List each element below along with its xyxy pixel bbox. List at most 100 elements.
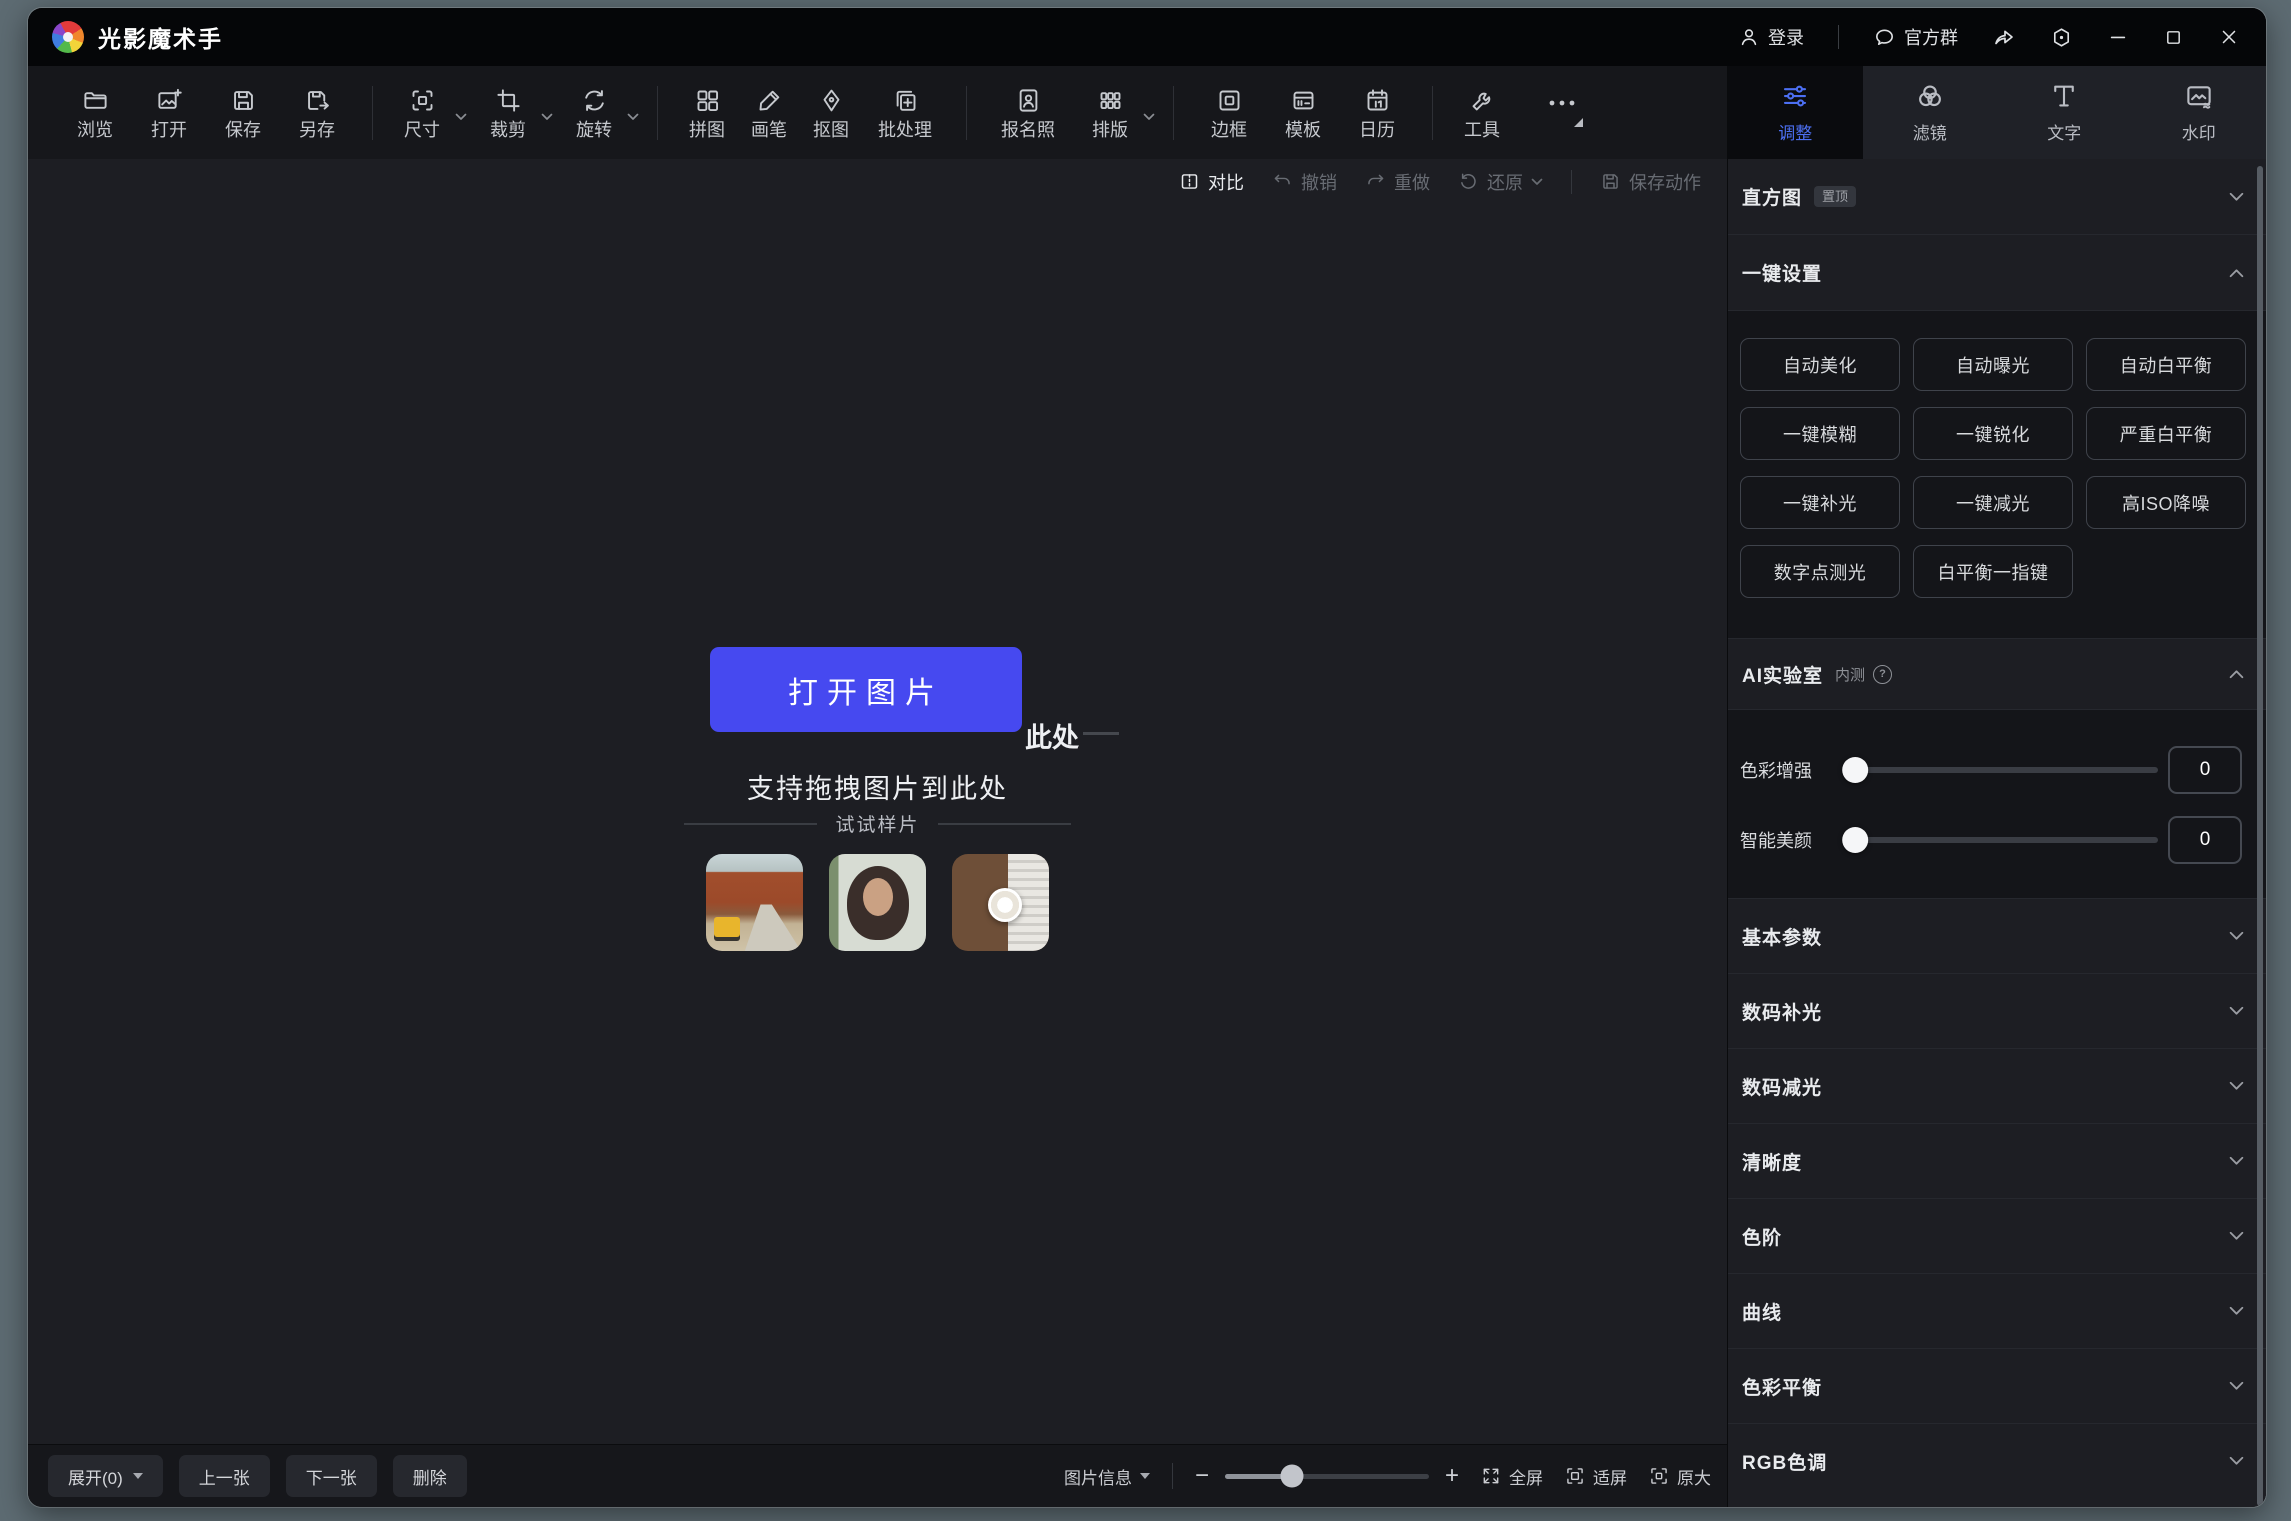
section-basic-params[interactable]: 基本参数 bbox=[1728, 898, 2266, 973]
compare-button[interactable]: 对比 bbox=[1179, 169, 1244, 195]
maximize-button[interactable] bbox=[2163, 27, 2184, 48]
next-image-button[interactable]: 下一张 bbox=[286, 1455, 377, 1497]
previous-image-button[interactable]: 上一张 bbox=[179, 1455, 270, 1497]
fullscreen-icon bbox=[1481, 1466, 1501, 1486]
one-key-blur-button[interactable]: 一键模糊 bbox=[1740, 407, 1900, 460]
color-enhance-value[interactable]: 0 bbox=[2168, 746, 2242, 794]
sample-photo-canyon[interactable] bbox=[706, 854, 803, 951]
toolbar-browse[interactable]: 浏览 bbox=[58, 87, 132, 139]
tab-text[interactable]: 文字 bbox=[1997, 66, 2132, 159]
expand-filmstrip-button[interactable]: 展开(0) bbox=[48, 1455, 163, 1497]
section-digital-dim-light[interactable]: 数码减光 bbox=[1728, 1048, 2266, 1123]
auto-exposure-button[interactable]: 自动曝光 bbox=[1913, 338, 2073, 391]
toolbar-rotate[interactable]: 旋转 bbox=[563, 87, 639, 139]
chevron-down-icon bbox=[2229, 1081, 2244, 1091]
close-button[interactable] bbox=[2218, 26, 2240, 48]
redo-button[interactable]: 重做 bbox=[1365, 169, 1430, 195]
chevron-down-icon[interactable] bbox=[455, 108, 467, 126]
chevron-down-icon[interactable] bbox=[627, 108, 639, 126]
one-key-dim-light-button[interactable]: 一键减光 bbox=[1913, 476, 2073, 529]
chevron-down-icon[interactable] bbox=[1531, 178, 1543, 186]
section-clarity[interactable]: 清晰度 bbox=[1728, 1123, 2266, 1198]
toolbar-more-button[interactable] bbox=[1527, 98, 1597, 127]
chevron-down-icon[interactable] bbox=[541, 108, 553, 126]
slider-knob[interactable] bbox=[1842, 827, 1868, 853]
image-info-dropdown[interactable]: 图片信息 bbox=[1064, 1464, 1150, 1489]
undo-button[interactable]: 撤销 bbox=[1272, 169, 1337, 195]
login-button[interactable]: 登录 bbox=[1738, 24, 1804, 50]
tab-adjust[interactable]: 调整 bbox=[1728, 66, 1863, 159]
white-balance-one-touch-button[interactable]: 白平衡一指键 bbox=[1913, 545, 2073, 598]
toolbar-template[interactable]: 模板 bbox=[1266, 87, 1340, 139]
toolbar-save-as[interactable]: 另存 bbox=[280, 87, 354, 139]
toolbar-cutout[interactable]: 抠图 bbox=[800, 87, 862, 139]
one-key-sharpen-button[interactable]: 一键锐化 bbox=[1913, 407, 2073, 460]
toolbar-id-photo[interactable]: 报名照 bbox=[985, 87, 1071, 139]
auto-beautify-button[interactable]: 自动美化 bbox=[1740, 338, 1900, 391]
toolbar-batch[interactable]: 批处理 bbox=[862, 87, 948, 139]
chevron-down-icon bbox=[2229, 1456, 2244, 1466]
original-size-button[interactable]: 原大 bbox=[1649, 1464, 1711, 1489]
section-color-balance[interactable]: 色彩平衡 bbox=[1728, 1348, 2266, 1423]
toolbar-open[interactable]: 打开 bbox=[132, 87, 206, 139]
toolbar-resize[interactable]: 尺寸 bbox=[391, 87, 467, 139]
save-action-icon bbox=[1600, 171, 1621, 192]
official-group-button[interactable]: 官方群 bbox=[1873, 24, 1958, 50]
zoom-out-button[interactable]: − bbox=[1195, 1464, 1209, 1488]
fit-screen-button[interactable]: 适屏 bbox=[1565, 1464, 1627, 1489]
auto-white-balance-button[interactable]: 自动白平衡 bbox=[2086, 338, 2246, 391]
right-panel: 调整 滤镜 文字 水印 直方图 置顶 bbox=[1727, 66, 2266, 1507]
tab-filters[interactable]: 滤镜 bbox=[1863, 66, 1998, 159]
section-digital-fill-light[interactable]: 数码补光 bbox=[1728, 973, 2266, 1048]
toolbar-crop[interactable]: 裁剪 bbox=[477, 87, 553, 139]
color-enhance-slider[interactable] bbox=[1850, 767, 2158, 773]
digital-spot-metering-button[interactable]: 数字点测光 bbox=[1740, 545, 1900, 598]
gear-icon bbox=[2050, 26, 2073, 49]
image-canvas-dropzone[interactable]: 此处 打开图片 支持拖拽图片到此处 试试样片 bbox=[28, 204, 1727, 1444]
toolbar-save[interactable]: 保存 bbox=[206, 87, 280, 139]
tab-watermark[interactable]: 水印 bbox=[2132, 66, 2267, 159]
smart-beauty-value[interactable]: 0 bbox=[2168, 816, 2242, 864]
one-key-fill-light-button[interactable]: 一键补光 bbox=[1740, 476, 1900, 529]
chevron-down-icon[interactable] bbox=[1143, 108, 1155, 126]
section-ai-lab[interactable]: AI实验室 内测 ? bbox=[1728, 638, 2266, 709]
severe-white-balance-button[interactable]: 严重白平衡 bbox=[2086, 407, 2246, 460]
smart-beauty-slider[interactable] bbox=[1850, 837, 2158, 843]
high-iso-denoise-button[interactable]: 高ISO降噪 bbox=[2086, 476, 2246, 529]
section-onekey-settings[interactable]: 一键设置 bbox=[1728, 234, 2266, 310]
section-levels[interactable]: 色阶 bbox=[1728, 1198, 2266, 1273]
panel-tab-bar: 调整 滤镜 文字 水印 bbox=[1728, 66, 2266, 159]
toolbar-layout[interactable]: 排版 bbox=[1079, 87, 1155, 139]
open-image-button[interactable]: 打开图片 bbox=[710, 647, 1022, 732]
toolbar-divider bbox=[372, 86, 373, 140]
samples-label: 试试样片 bbox=[835, 810, 919, 837]
help-icon[interactable]: ? bbox=[1873, 665, 1892, 684]
zoom-slider[interactable] bbox=[1225, 1474, 1429, 1479]
section-curves[interactable]: 曲线 bbox=[1728, 1273, 2266, 1348]
zoom-in-button[interactable]: + bbox=[1445, 1464, 1459, 1488]
pin-top-badge[interactable]: 置顶 bbox=[1814, 186, 1856, 207]
close-icon bbox=[2218, 26, 2240, 48]
zoom-slider-knob[interactable] bbox=[1281, 1465, 1304, 1488]
toolbar-border[interactable]: 边框 bbox=[1192, 87, 1266, 139]
save-action-button[interactable]: 保存动作 bbox=[1600, 169, 1701, 195]
fullscreen-button[interactable]: 全屏 bbox=[1481, 1464, 1543, 1489]
slider-knob[interactable] bbox=[1842, 757, 1868, 783]
delete-image-button[interactable]: 删除 bbox=[393, 1455, 467, 1497]
corner-expand-icon bbox=[1574, 118, 1583, 127]
toolbar-brush[interactable]: 画笔 bbox=[738, 87, 800, 139]
section-rgb-tone[interactable]: RGB色调 bbox=[1728, 1423, 2266, 1498]
sample-photo-desk[interactable] bbox=[952, 854, 1049, 951]
sliders-icon bbox=[1780, 81, 1810, 111]
restore-button[interactable]: 还原 bbox=[1458, 169, 1543, 195]
toolbar-calendar[interactable]: 日历 bbox=[1340, 87, 1414, 139]
sample-photo-portrait[interactable] bbox=[829, 854, 926, 951]
section-histogram[interactable]: 直方图 置顶 bbox=[1728, 159, 2266, 234]
minimize-button[interactable] bbox=[2107, 26, 2129, 48]
share-button[interactable] bbox=[1992, 25, 2016, 49]
titlebar-divider bbox=[1838, 25, 1839, 49]
panel-scrollbar[interactable] bbox=[2257, 166, 2263, 1506]
toolbar-collage[interactable]: 拼图 bbox=[676, 87, 738, 139]
settings-button[interactable] bbox=[2050, 26, 2073, 49]
toolbar-tools[interactable]: 工具 bbox=[1451, 87, 1513, 139]
